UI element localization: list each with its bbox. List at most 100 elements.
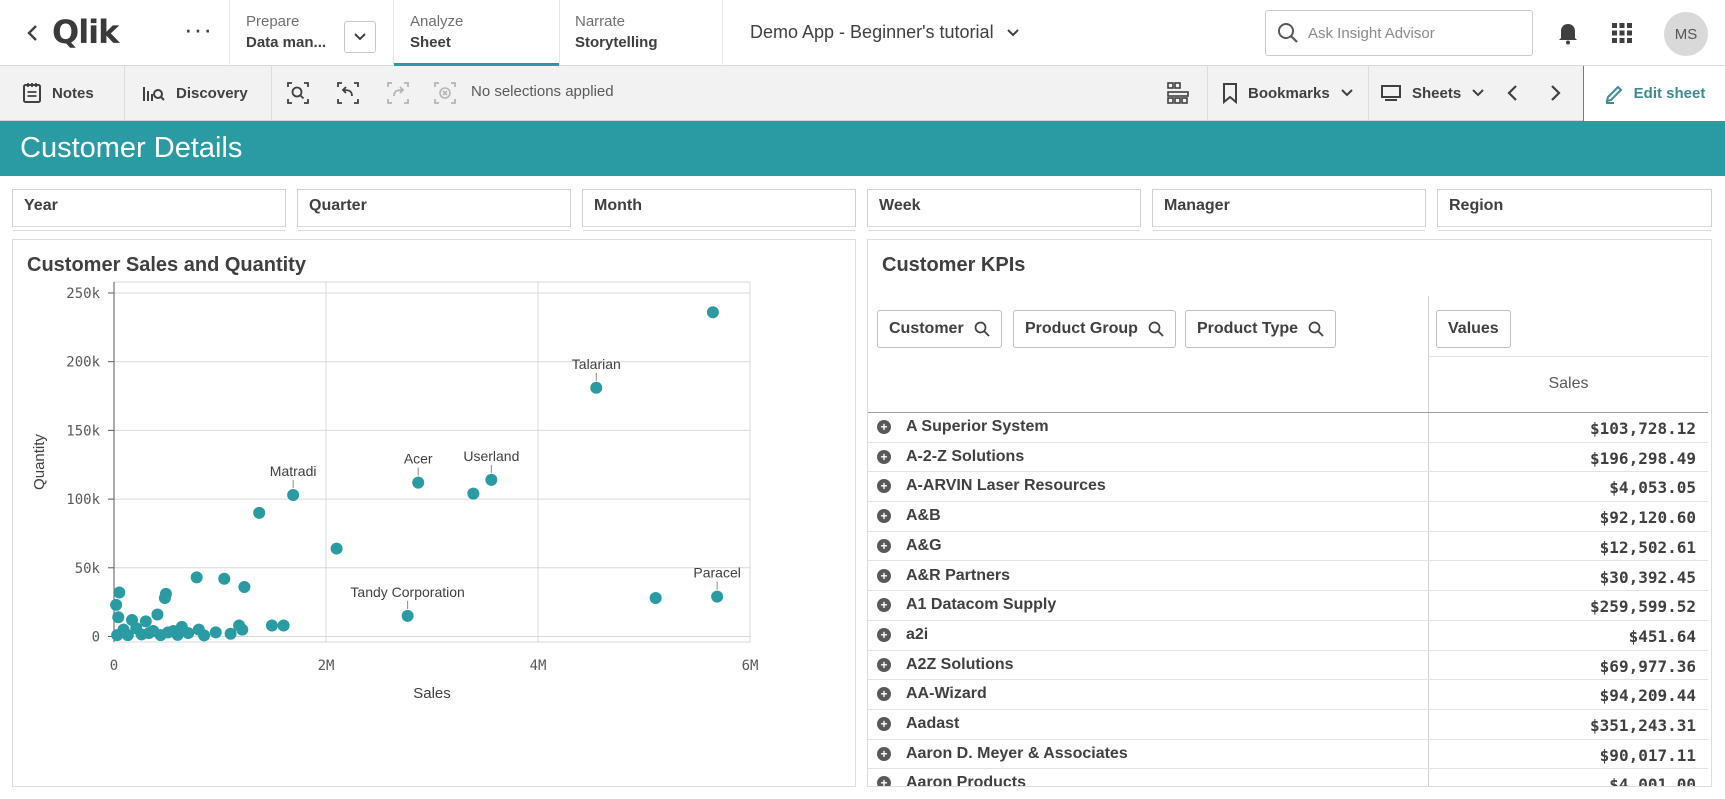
expand-plus-icon[interactable]: + xyxy=(877,449,891,464)
customer-name-cell: Aaron Products xyxy=(906,774,1027,787)
table-row[interactable]: + A Superior System $103,728.12 xyxy=(868,413,1708,443)
table-row[interactable]: + A1 Datacom Supply $259,599.52 xyxy=(868,591,1708,621)
previous-sheet-icon[interactable] xyxy=(1500,80,1526,106)
table-row[interactable]: + A-ARVIN Laser Resources $4,053.05 xyxy=(868,472,1708,503)
back-arrow-icon[interactable] xyxy=(22,22,44,44)
tab-narrate-label: Narrate xyxy=(575,13,626,30)
x-tick-label: 4M xyxy=(530,658,547,674)
sales-value-cell: $4,053.05 xyxy=(1609,478,1696,498)
discovery-button[interactable]: Discovery xyxy=(142,66,248,120)
expand-plus-icon[interactable]: + xyxy=(877,598,891,613)
sheets-button[interactable]: Sheets xyxy=(1380,66,1485,120)
table-row[interactable]: + Aadast $351,243.31 xyxy=(868,710,1708,740)
table-row[interactable]: + a2i $451.64 xyxy=(868,620,1708,651)
edit-sheet-button[interactable]: Edit sheet xyxy=(1583,66,1725,121)
data-point[interactable] xyxy=(412,476,425,489)
chevron-down-icon xyxy=(1472,89,1484,97)
data-point[interactable] xyxy=(236,623,249,636)
expand-plus-icon[interactable]: + xyxy=(877,717,891,731)
insight-advisor-search[interactable] xyxy=(1265,10,1533,56)
data-point[interactable] xyxy=(265,619,278,632)
smart-search-icon[interactable] xyxy=(285,80,311,106)
table-row[interactable]: + A-2-Z Solutions $196,298.49 xyxy=(868,442,1708,473)
data-point[interactable] xyxy=(218,572,231,585)
notifications-bell-icon[interactable] xyxy=(1557,21,1579,45)
assets-panel-icon[interactable] xyxy=(1165,80,1191,106)
tab-analyze[interactable]: Analyze Sheet xyxy=(394,0,559,66)
dimension-customer[interactable]: Customer xyxy=(877,310,1002,348)
discovery-label: Discovery xyxy=(176,84,248,102)
filter-week[interactable]: Week xyxy=(867,189,1141,231)
data-point[interactable] xyxy=(209,626,222,639)
data-point[interactable] xyxy=(198,629,211,642)
notes-button[interactable]: Notes xyxy=(22,66,94,120)
values-button[interactable]: Values xyxy=(1436,310,1511,348)
data-point[interactable] xyxy=(253,506,266,519)
data-point[interactable] xyxy=(330,542,343,555)
table-row[interactable]: + Aaron D. Meyer & Associates $90,017.11 xyxy=(868,739,1708,770)
data-point[interactable] xyxy=(158,592,171,605)
expand-plus-icon[interactable]: + xyxy=(877,568,891,583)
qlik-logo[interactable]: Qlik xyxy=(52,13,119,51)
table-row[interactable]: + A&B $92,120.60 xyxy=(868,502,1708,532)
table-row[interactable]: + Aaron Products $4,001.00 xyxy=(868,769,1708,787)
expand-plus-icon[interactable]: + xyxy=(877,746,891,761)
table-row[interactable]: + A2Z Solutions $69,977.36 xyxy=(868,650,1708,681)
data-point[interactable] xyxy=(485,473,498,486)
data-point[interactable] xyxy=(113,586,126,599)
data-point[interactable] xyxy=(467,487,480,500)
data-point[interactable] xyxy=(182,627,195,640)
data-point[interactable] xyxy=(401,609,414,622)
table-row[interactable]: + A&R Partners $30,392.45 xyxy=(868,561,1708,592)
app-title-dropdown[interactable]: Demo App - Beginner's tutorial xyxy=(750,22,1020,43)
filter-manager[interactable]: Manager xyxy=(1152,189,1426,231)
dimension-product-type[interactable]: Product Type xyxy=(1185,310,1337,348)
data-point[interactable] xyxy=(190,571,203,584)
expand-plus-icon[interactable]: + xyxy=(877,687,891,702)
data-point[interactable] xyxy=(287,488,300,501)
scatter-chart[interactable]: 0 50k 100k 150k 200k 250k 0 2M 4M 6M Sales Quantity… xyxy=(13,240,856,787)
data-point[interactable] xyxy=(238,581,251,594)
data-point[interactable] xyxy=(111,629,124,642)
customer-sales-quantity-panel[interactable]: Customer Sales and Quantity 0 50k 100k 150k… xyxy=(12,239,856,787)
expand-plus-icon[interactable]: + xyxy=(877,538,891,553)
data-point[interactable] xyxy=(649,592,662,605)
next-sheet-icon[interactable] xyxy=(1542,80,1568,106)
expand-plus-icon[interactable]: + xyxy=(877,776,891,786)
step-back-icon[interactable] xyxy=(335,80,361,106)
bookmarks-button[interactable]: Bookmarks xyxy=(1222,66,1354,120)
table-row[interactable]: + A&G $12,502.61 xyxy=(868,531,1708,562)
search-input[interactable] xyxy=(1308,24,1508,42)
apps-grid-icon[interactable] xyxy=(1611,22,1633,44)
expand-plus-icon[interactable]: + xyxy=(877,479,891,494)
filter-quarter[interactable]: Quarter xyxy=(297,189,571,231)
dimension-product-group[interactable]: Product Group xyxy=(1013,310,1176,348)
prepare-dropdown-button[interactable] xyxy=(344,21,376,53)
more-options-icon[interactable]: ··· xyxy=(184,14,213,45)
filter-year[interactable]: Year xyxy=(12,189,286,231)
filter-month[interactable]: Month xyxy=(582,189,856,231)
data-point[interactable] xyxy=(224,627,237,640)
data-point[interactable] xyxy=(121,629,134,642)
expand-plus-icon[interactable]: + xyxy=(877,509,891,524)
data-point[interactable] xyxy=(706,306,719,319)
table-row[interactable]: + AA-Wizard $94,209.44 xyxy=(868,680,1708,710)
data-point[interactable] xyxy=(142,627,155,640)
user-avatar[interactable]: MS xyxy=(1664,12,1708,56)
data-point[interactable] xyxy=(277,619,290,632)
data-point[interactable] xyxy=(162,626,175,639)
expand-plus-icon[interactable]: + xyxy=(877,657,891,672)
filter-region[interactable]: Region xyxy=(1437,189,1712,231)
tab-narrate[interactable]: Narrate Storytelling xyxy=(559,0,722,66)
tab-analyze-sub: Sheet xyxy=(410,34,451,51)
data-point[interactable] xyxy=(151,608,164,621)
data-point[interactable] xyxy=(110,598,123,611)
expand-plus-icon[interactable]: + xyxy=(877,627,891,642)
expand-plus-icon[interactable]: + xyxy=(877,420,891,434)
sheet-toolbar: Notes Discovery No selections applied Bo… xyxy=(0,66,1725,121)
data-point[interactable] xyxy=(711,590,724,603)
data-point[interactable] xyxy=(590,381,603,394)
sales-value-cell: $451.64 xyxy=(1628,626,1696,646)
sales-value-cell: $4,001.00 xyxy=(1609,775,1696,787)
data-point[interactable] xyxy=(112,611,125,624)
